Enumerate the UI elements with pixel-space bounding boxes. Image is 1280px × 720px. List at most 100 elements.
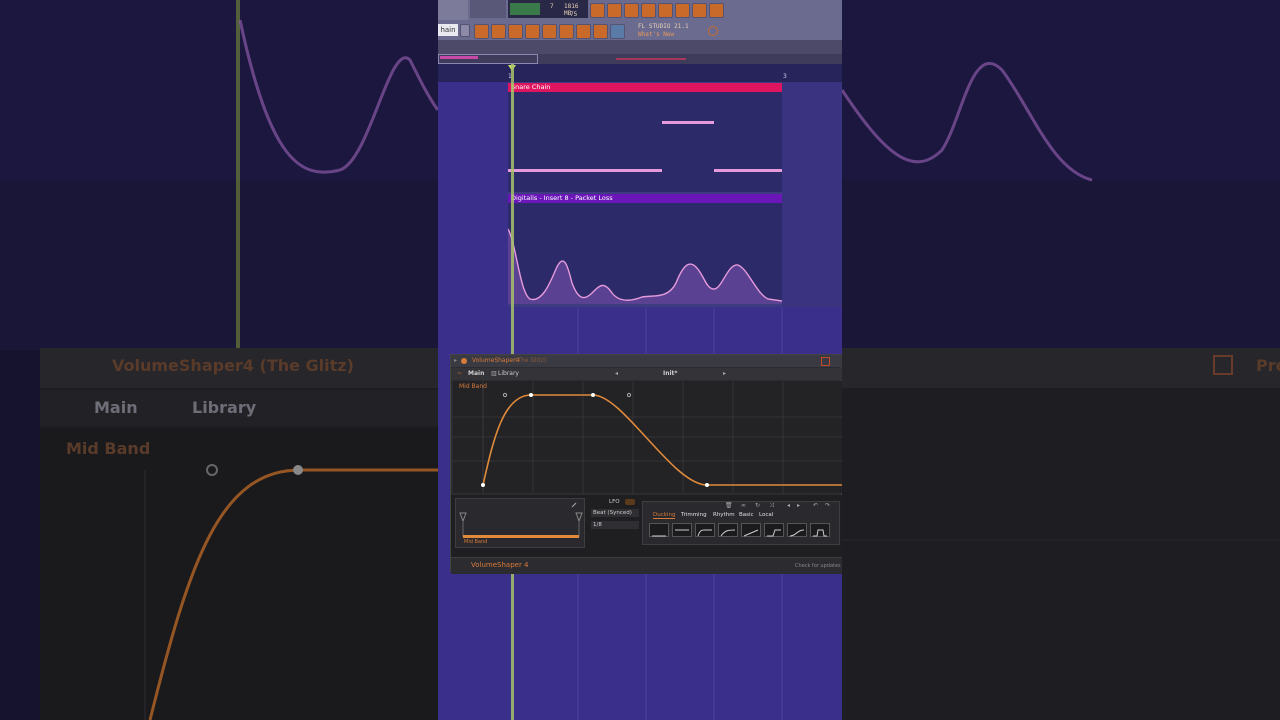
envelope-tension-point[interactable] bbox=[502, 392, 508, 398]
envelope-point[interactable] bbox=[529, 393, 533, 397]
preset-tab-basic[interactable]: Basic bbox=[739, 512, 754, 518]
toolbar-left-block bbox=[438, 0, 468, 20]
blend-notes-icon[interactable] bbox=[692, 3, 707, 18]
preset-shape[interactable] bbox=[764, 523, 784, 537]
envelope-point[interactable] bbox=[705, 483, 709, 487]
prev-preset-icon[interactable]: ◂ bbox=[615, 368, 618, 380]
link-icon[interactable]: ∞ bbox=[741, 502, 746, 509]
envelope-curve bbox=[453, 381, 842, 493]
recording-filter-icon[interactable] bbox=[675, 3, 690, 18]
background-right-panel: Pre bbox=[842, 0, 1280, 720]
background-right-art bbox=[842, 0, 1280, 720]
fl-studio-window: 1816 MB 7 75 hain FL STUDIO 21.1 What's … bbox=[438, 0, 842, 720]
lfo-rate-select[interactable]: 1/8 bbox=[591, 521, 639, 529]
help-icon[interactable] bbox=[641, 3, 656, 18]
background-tab-main: Main bbox=[94, 398, 138, 417]
envelope-point[interactable] bbox=[591, 393, 595, 397]
pattern-name-field[interactable]: hain bbox=[438, 24, 458, 36]
volumeshaper-window: ▸ VolumeShaper4 (The Glitz) ~ Main ▥ Lib… bbox=[450, 354, 842, 574]
shift-right-icon[interactable]: ▸ bbox=[797, 502, 800, 509]
plugin-picker-icon[interactable] bbox=[559, 24, 574, 39]
news-title[interactable]: FL STUDIO 21.1 bbox=[638, 23, 689, 30]
news-refresh-icon[interactable] bbox=[708, 26, 718, 36]
envelope-graph[interactable]: Mid Band bbox=[453, 381, 842, 493]
automation-clip[interactable] bbox=[507, 203, 783, 304]
randomize-icon[interactable]: ⤨ bbox=[769, 502, 774, 510]
playlist-overview[interactable] bbox=[438, 54, 842, 64]
plugin-bottom-panel: Mid Band LFO Beat (Synced) 1/8 🗑 ∞ ↻ ⤨ ◂… bbox=[451, 495, 842, 559]
undo-icon[interactable]: ↶ bbox=[813, 502, 818, 509]
top-toolbar: 1816 MB 7 75 hain FL STUDIO 21.1 What's … bbox=[438, 0, 842, 40]
overview-scroll-window[interactable] bbox=[438, 54, 538, 64]
plugin-collapse-icon[interactable]: ▸ bbox=[454, 355, 457, 367]
timeline-ruler[interactable]: 1 3 bbox=[438, 64, 842, 82]
lfo-label: LFO bbox=[609, 499, 620, 505]
reset-icon[interactable]: ↻ bbox=[755, 502, 760, 509]
plugin-gear-icon[interactable] bbox=[461, 358, 467, 364]
preset-shape[interactable] bbox=[810, 523, 830, 537]
countdown-icon[interactable] bbox=[624, 3, 639, 18]
preset-shape[interactable] bbox=[649, 523, 669, 537]
preset-tab-rhythm[interactable]: Rhythm bbox=[713, 512, 735, 518]
snare-chain-clip[interactable] bbox=[508, 92, 782, 192]
lfo-toggle[interactable] bbox=[625, 499, 635, 505]
step-edit-icon[interactable] bbox=[709, 3, 724, 18]
preset-shape[interactable] bbox=[741, 523, 761, 537]
envelope-tension-point[interactable] bbox=[626, 392, 632, 398]
channel-rack-icon[interactable] bbox=[508, 24, 523, 39]
envelope-point[interactable] bbox=[481, 483, 485, 487]
preset-shape[interactable] bbox=[718, 523, 738, 537]
preset-shapes-panel: 🗑 ∞ ↻ ⤨ ◂ ▸ ↶ ↷ Ducking Trimming Rhythm … bbox=[642, 501, 840, 545]
automation-clip-header[interactable]: Digitalis - Insert 8 - Packet Loss bbox=[508, 194, 782, 203]
redo-icon[interactable]: ↷ bbox=[825, 502, 830, 509]
library-tab-icon: ▥ bbox=[491, 370, 497, 377]
note[interactable] bbox=[662, 121, 714, 124]
preset-shape[interactable] bbox=[695, 523, 715, 537]
overview-marker bbox=[616, 58, 686, 60]
browser-icon[interactable] bbox=[542, 24, 557, 39]
wait-input-icon[interactable] bbox=[607, 3, 622, 18]
plugin-subtitle: (The Glitz) bbox=[515, 357, 547, 364]
plugin-title-bar[interactable]: ▸ VolumeShaper4 (The Glitz) bbox=[451, 355, 842, 367]
pattern-add-icon[interactable] bbox=[460, 24, 470, 37]
background-graph-label: Mid Band bbox=[66, 439, 151, 458]
preset-shape[interactable] bbox=[672, 523, 692, 537]
cpu-meter bbox=[510, 3, 540, 15]
tab-main[interactable]: Main bbox=[468, 368, 484, 380]
news-subtitle[interactable]: What's New bbox=[638, 31, 674, 38]
online-icon[interactable] bbox=[610, 24, 625, 39]
check-updates-link[interactable]: Check for updates bbox=[795, 563, 841, 569]
plugin-title: VolumeShaper4 bbox=[472, 357, 520, 364]
note[interactable] bbox=[508, 169, 662, 172]
plugin-preset-menu-icon[interactable] bbox=[821, 357, 830, 366]
preset-tab-ducking[interactable]: Ducking bbox=[653, 512, 676, 519]
footer-product-name: VolumeShaper 4 bbox=[471, 561, 529, 569]
background-right-label: Pre bbox=[1256, 356, 1280, 375]
preset-tab-local[interactable]: Local bbox=[759, 512, 773, 518]
project-info-icon[interactable] bbox=[593, 24, 608, 39]
tab-library[interactable]: Library bbox=[498, 368, 519, 380]
background-tab-library: Library bbox=[192, 398, 257, 417]
note[interactable] bbox=[714, 169, 782, 172]
piano-roll-icon[interactable] bbox=[491, 24, 506, 39]
next-preset-icon[interactable]: ▸ bbox=[723, 368, 726, 380]
preset-shape[interactable] bbox=[787, 523, 807, 537]
touch-controller-icon[interactable] bbox=[576, 24, 591, 39]
automation-curve bbox=[507, 228, 783, 304]
lfo-mode-select[interactable]: Beat (Synced) bbox=[591, 509, 639, 517]
mixer-icon[interactable] bbox=[525, 24, 540, 39]
shift-left-icon[interactable]: ◂ bbox=[787, 502, 790, 509]
polyphony-number: 75 bbox=[570, 11, 578, 18]
typing-keyboard-icon[interactable] bbox=[658, 3, 673, 18]
pattern-selector[interactable] bbox=[470, 0, 506, 18]
preset-name[interactable]: Init* bbox=[663, 368, 678, 380]
playlist-toolbar bbox=[438, 40, 842, 54]
band-overview[interactable]: Mid Band bbox=[455, 498, 585, 548]
preset-tab-trimming[interactable]: Trimming bbox=[681, 512, 707, 518]
delete-icon[interactable]: 🗑 bbox=[725, 502, 733, 509]
bar-3-label: 3 bbox=[783, 73, 787, 80]
snare-chain-clip-header[interactable]: Snare Chain bbox=[508, 83, 782, 92]
metronome-icon[interactable] bbox=[590, 3, 605, 18]
plugin-tab-bar: ~ Main ▥ Library ◂ Init* ▸ bbox=[451, 368, 842, 380]
playlist-icon[interactable] bbox=[474, 24, 489, 39]
